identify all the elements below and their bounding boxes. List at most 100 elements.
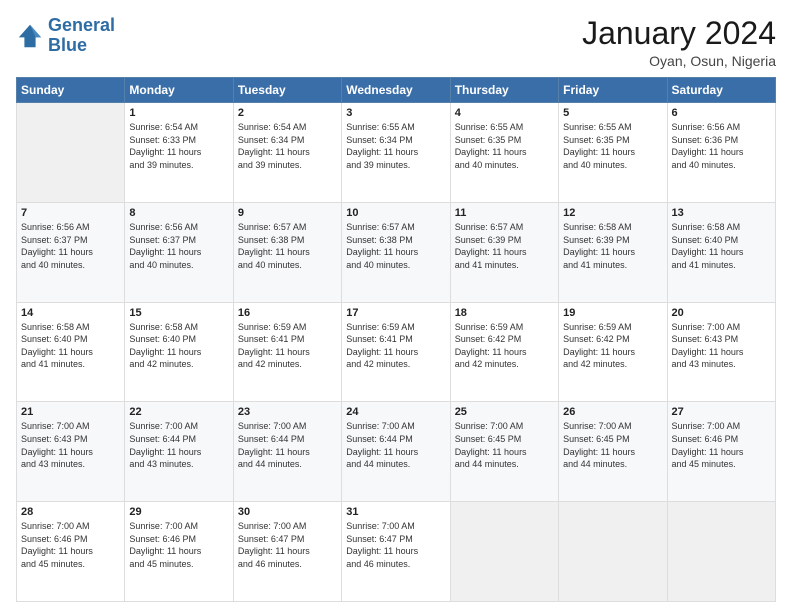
day-detail: Sunrise: 6:57 AMSunset: 6:38 PMDaylight:… bbox=[238, 221, 337, 271]
table-cell: 5 Sunrise: 6:55 AMSunset: 6:35 PMDaylight… bbox=[559, 103, 667, 203]
table-cell: 15 Sunrise: 6:58 AMSunset: 6:40 PMDayligh… bbox=[125, 302, 233, 402]
day-detail: Sunrise: 7:00 AMSunset: 6:43 PMDaylight:… bbox=[21, 420, 120, 470]
day-detail: Sunrise: 6:58 AMSunset: 6:40 PMDaylight:… bbox=[672, 221, 771, 271]
table-cell: 30 Sunrise: 7:00 AMSunset: 6:47 PMDayligh… bbox=[233, 502, 341, 602]
week-row-3: 14 Sunrise: 6:58 AMSunset: 6:40 PMDayligh… bbox=[17, 302, 776, 402]
table-cell: 3 Sunrise: 6:55 AMSunset: 6:34 PMDaylight… bbox=[342, 103, 450, 203]
col-tuesday: Tuesday bbox=[233, 78, 341, 103]
day-detail: Sunrise: 6:54 AMSunset: 6:33 PMDaylight:… bbox=[129, 121, 228, 171]
day-detail: Sunrise: 6:57 AMSunset: 6:39 PMDaylight:… bbox=[455, 221, 554, 271]
day-number: 4 bbox=[455, 107, 554, 119]
col-sunday: Sunday bbox=[17, 78, 125, 103]
day-number: 29 bbox=[129, 506, 228, 518]
day-detail: Sunrise: 6:55 AMSunset: 6:35 PMDaylight:… bbox=[563, 121, 662, 171]
table-cell: 2Sunrise: 6:54 AMSunset: 6:34 PMDaylight… bbox=[233, 103, 341, 203]
week-row-1: 1 Sunrise: 6:54 AMSunset: 6:33 PMDaylight… bbox=[17, 103, 776, 203]
logo-line2: Blue bbox=[48, 35, 87, 55]
day-detail: Sunrise: 7:00 AMSunset: 6:44 PMDaylight:… bbox=[129, 420, 228, 470]
table-cell: 23 Sunrise: 7:00 AMSunset: 6:44 PMDayligh… bbox=[233, 402, 341, 502]
day-number: 26 bbox=[563, 406, 662, 418]
col-saturday: Saturday bbox=[667, 78, 775, 103]
day-number: 24 bbox=[346, 406, 445, 418]
day-number: 1 bbox=[129, 107, 228, 119]
day-number: 10 bbox=[346, 207, 445, 219]
table-cell: 14 Sunrise: 6:58 AMSunset: 6:40 PMDayligh… bbox=[17, 302, 125, 402]
day-number: 7 bbox=[21, 207, 120, 219]
day-number: 28 bbox=[21, 506, 120, 518]
day-number: 27 bbox=[672, 406, 771, 418]
table-cell: 16Sunrise: 6:59 AMSunset: 6:41 PMDayligh… bbox=[233, 302, 341, 402]
day-detail: Sunrise: 7:00 AMSunset: 6:44 PMDaylight:… bbox=[238, 420, 337, 470]
table-cell: 19 Sunrise: 6:59 AMSunset: 6:42 PMDayligh… bbox=[559, 302, 667, 402]
header: General Blue January 2024 Oyan, Osun, Ni… bbox=[16, 16, 776, 69]
day-number: 14 bbox=[21, 307, 120, 319]
day-number: 21 bbox=[21, 406, 120, 418]
table-cell: 8 Sunrise: 6:56 AMSunset: 6:37 PMDaylight… bbox=[125, 202, 233, 302]
day-number: 18 bbox=[455, 307, 554, 319]
table-cell bbox=[450, 502, 558, 602]
table-cell: 7 Sunrise: 6:56 AMSunset: 6:37 PMDaylight… bbox=[17, 202, 125, 302]
day-number: 13 bbox=[672, 207, 771, 219]
day-number: 5 bbox=[563, 107, 662, 119]
day-detail: Sunrise: 6:59 AMSunset: 6:42 PMDaylight:… bbox=[563, 321, 662, 371]
table-cell: 1 Sunrise: 6:54 AMSunset: 6:33 PMDaylight… bbox=[125, 103, 233, 203]
day-number: 15 bbox=[129, 307, 228, 319]
day-detail: Sunrise: 7:00 AMSunset: 6:43 PMDaylight:… bbox=[672, 321, 771, 371]
col-wednesday: Wednesday bbox=[342, 78, 450, 103]
day-number: 3 bbox=[346, 107, 445, 119]
day-number: 9 bbox=[238, 207, 337, 219]
day-detail: Sunrise: 6:56 AMSunset: 6:37 PMDaylight:… bbox=[129, 221, 228, 271]
day-detail: Sunrise: 7:00 AMSunset: 6:47 PMDaylight:… bbox=[238, 520, 337, 570]
table-cell: 10Sunrise: 6:57 AMSunset: 6:38 PMDayligh… bbox=[342, 202, 450, 302]
day-detail: Sunrise: 6:58 AMSunset: 6:40 PMDaylight:… bbox=[21, 321, 120, 371]
day-number: 11 bbox=[455, 207, 554, 219]
week-row-5: 28 Sunrise: 7:00 AMSunset: 6:46 PMDayligh… bbox=[17, 502, 776, 602]
table-cell: 6Sunrise: 6:56 AMSunset: 6:36 PMDaylight… bbox=[667, 103, 775, 203]
day-number: 8 bbox=[129, 207, 228, 219]
title-block: January 2024 Oyan, Osun, Nigeria bbox=[582, 16, 776, 69]
week-row-4: 21 Sunrise: 7:00 AMSunset: 6:43 PMDayligh… bbox=[17, 402, 776, 502]
day-detail: Sunrise: 6:54 AMSunset: 6:34 PMDaylight:… bbox=[238, 121, 337, 171]
day-number: 17 bbox=[346, 307, 445, 319]
calendar-table: Sunday Monday Tuesday Wednesday Thursday… bbox=[16, 77, 776, 602]
table-cell: 20 Sunrise: 7:00 AMSunset: 6:43 PMDayligh… bbox=[667, 302, 775, 402]
day-number: 23 bbox=[238, 406, 337, 418]
table-cell: 21 Sunrise: 7:00 AMSunset: 6:43 PMDayligh… bbox=[17, 402, 125, 502]
day-number: 25 bbox=[455, 406, 554, 418]
day-detail: Sunrise: 6:59 AMSunset: 6:42 PMDaylight:… bbox=[455, 321, 554, 371]
day-number: 20 bbox=[672, 307, 771, 319]
table-cell bbox=[17, 103, 125, 203]
day-detail: Sunrise: 6:56 AMSunset: 6:37 PMDaylight:… bbox=[21, 221, 120, 271]
day-detail: Sunrise: 6:55 AMSunset: 6:35 PMDaylight:… bbox=[455, 121, 554, 171]
table-cell bbox=[559, 502, 667, 602]
table-cell: 24Sunrise: 7:00 AMSunset: 6:44 PMDayligh… bbox=[342, 402, 450, 502]
col-thursday: Thursday bbox=[450, 78, 558, 103]
day-detail: Sunrise: 6:59 AMSunset: 6:41 PMDaylight:… bbox=[346, 321, 445, 371]
table-cell bbox=[667, 502, 775, 602]
table-cell: 22Sunrise: 7:00 AMSunset: 6:44 PMDayligh… bbox=[125, 402, 233, 502]
day-detail: Sunrise: 6:58 AMSunset: 6:40 PMDaylight:… bbox=[129, 321, 228, 371]
day-detail: Sunrise: 6:55 AMSunset: 6:34 PMDaylight:… bbox=[346, 121, 445, 171]
week-row-2: 7 Sunrise: 6:56 AMSunset: 6:37 PMDaylight… bbox=[17, 202, 776, 302]
page: General Blue January 2024 Oyan, Osun, Ni… bbox=[0, 0, 792, 612]
day-number: 30 bbox=[238, 506, 337, 518]
logo: General Blue bbox=[16, 16, 115, 56]
table-cell: 9 Sunrise: 6:57 AMSunset: 6:38 PMDaylight… bbox=[233, 202, 341, 302]
table-cell: 4 Sunrise: 6:55 AMSunset: 6:35 PMDaylight… bbox=[450, 103, 558, 203]
table-cell: 18 Sunrise: 6:59 AMSunset: 6:42 PMDayligh… bbox=[450, 302, 558, 402]
calendar-header-row: Sunday Monday Tuesday Wednesday Thursday… bbox=[17, 78, 776, 103]
col-monday: Monday bbox=[125, 78, 233, 103]
table-cell: 17 Sunrise: 6:59 AMSunset: 6:41 PMDayligh… bbox=[342, 302, 450, 402]
logo-line1: General bbox=[48, 15, 115, 35]
day-number: 6 bbox=[672, 107, 771, 119]
day-detail: Sunrise: 7:00 AMSunset: 6:45 PMDaylight:… bbox=[563, 420, 662, 470]
day-detail: Sunrise: 7:00 AMSunset: 6:46 PMDaylight:… bbox=[129, 520, 228, 570]
day-number: 19 bbox=[563, 307, 662, 319]
table-cell: 29 Sunrise: 7:00 AMSunset: 6:46 PMDayligh… bbox=[125, 502, 233, 602]
table-cell: 26 Sunrise: 7:00 AMSunset: 6:45 PMDayligh… bbox=[559, 402, 667, 502]
table-cell: 28Sunrise: 7:00 AMSunset: 6:46 PMDayligh… bbox=[17, 502, 125, 602]
day-detail: Sunrise: 7:00 AMSunset: 6:47 PMDaylight:… bbox=[346, 520, 445, 570]
logo-icon bbox=[16, 22, 44, 50]
table-cell: 27Sunrise: 7:00 AMSunset: 6:46 PMDayligh… bbox=[667, 402, 775, 502]
table-cell: 25Sunrise: 7:00 AMSunset: 6:45 PMDayligh… bbox=[450, 402, 558, 502]
